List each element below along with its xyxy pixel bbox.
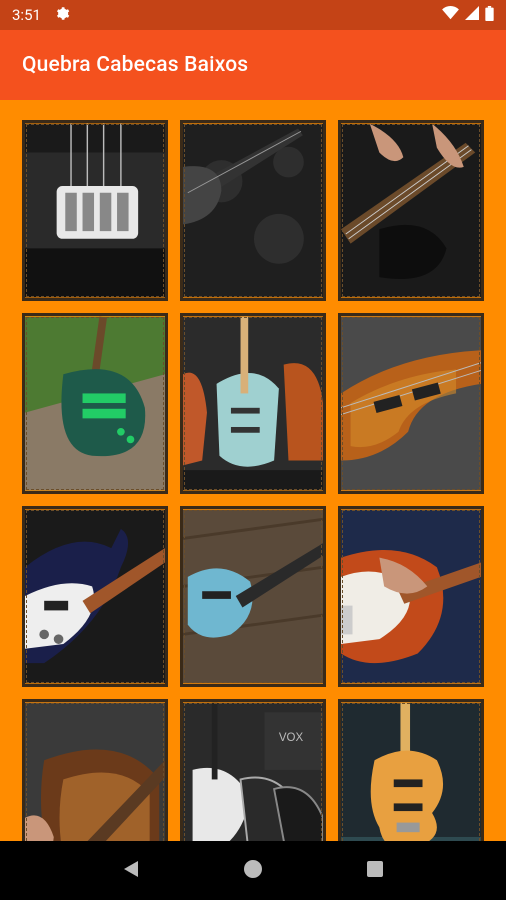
puzzle-tile-8[interactable]	[180, 506, 326, 687]
puzzle-tile-3[interactable]	[338, 120, 484, 301]
puzzle-grid: VOX	[22, 120, 484, 880]
status-time: 3:51	[12, 6, 41, 24]
status-icons	[442, 5, 494, 25]
gear-icon	[55, 6, 70, 25]
rickenbacker-bass-image	[25, 509, 165, 684]
back-button[interactable]	[111, 851, 151, 891]
system-navigation-bar	[0, 841, 506, 900]
puzzle-tile-2[interactable]	[180, 120, 326, 301]
battery-icon	[485, 5, 494, 25]
puzzle-tile-1[interactable]	[22, 120, 168, 301]
signal-icon	[465, 6, 479, 24]
back-icon	[122, 859, 140, 883]
puzzle-tile-6[interactable]	[338, 313, 484, 494]
green-bass-on-wood-image	[25, 316, 165, 491]
recents-button[interactable]	[355, 851, 395, 891]
status-bar: 3:51	[0, 0, 506, 30]
recents-icon	[366, 860, 384, 882]
app-title: Quebra Cabecas Baixos	[22, 53, 249, 77]
puzzle-tile-5[interactable]	[180, 313, 326, 494]
svg-text:VOX: VOX	[279, 732, 304, 744]
puzzle-tile-7[interactable]	[22, 506, 168, 687]
sunburst-bass-player-image	[341, 509, 481, 684]
bass-on-damask-image	[183, 123, 323, 298]
bass-pickups-image	[25, 123, 165, 298]
wifi-icon	[442, 6, 459, 24]
home-button[interactable]	[233, 851, 273, 891]
home-icon	[243, 859, 263, 883]
puzzle-tile-4[interactable]	[22, 313, 168, 494]
basses-lineup-image	[183, 316, 323, 491]
blue-bass-on-floor-image	[183, 509, 323, 684]
quilted-top-bass-image	[341, 316, 481, 491]
puzzle-tile-9[interactable]	[338, 506, 484, 687]
app-bar: Quebra Cabecas Baixos	[0, 30, 506, 100]
hands-playing-bass-image	[341, 123, 481, 298]
